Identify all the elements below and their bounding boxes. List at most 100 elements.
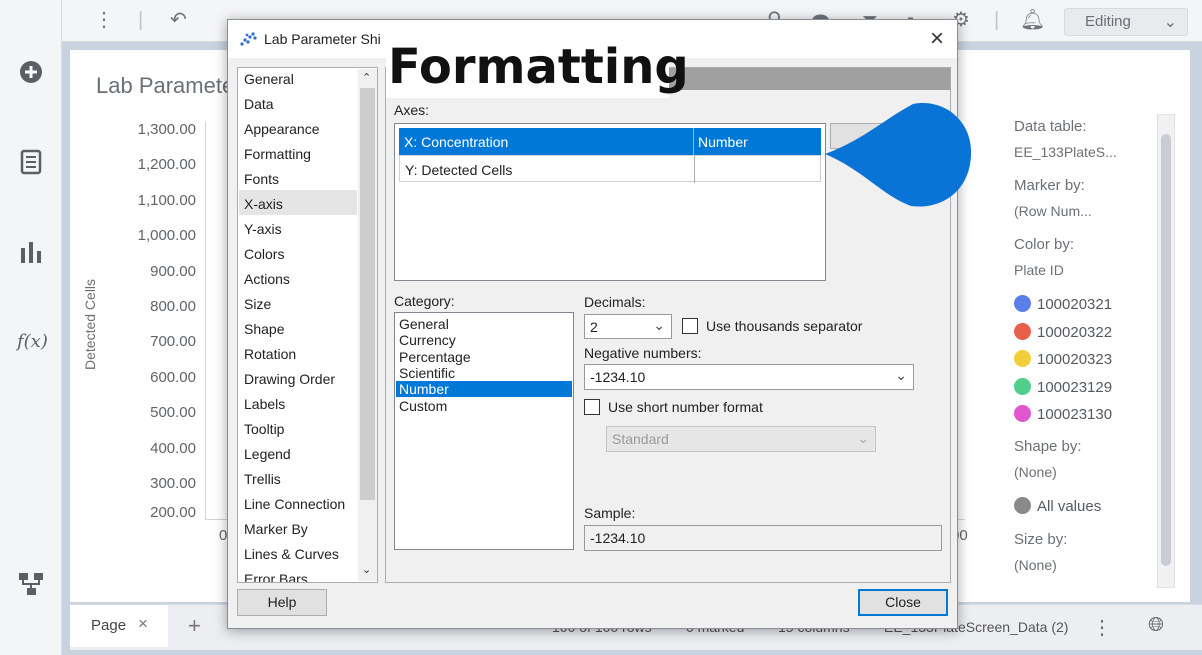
nav-item[interactable]: Error Bars [244, 571, 308, 582]
nav-item[interactable]: Fonts [244, 171, 279, 187]
category-item[interactable]: Scientific [396, 365, 572, 381]
page-tab[interactable]: Page × [70, 605, 168, 647]
nav-item[interactable]: Legend [244, 446, 291, 462]
legend-item[interactable]: 100020322 [1014, 322, 1112, 343]
add-page-icon[interactable]: + [188, 613, 201, 639]
help-button[interactable]: Help [237, 589, 327, 616]
thousands-separator-label: Use thousands separator [706, 318, 863, 334]
axis-format: Number [698, 134, 748, 150]
flow-icon[interactable] [17, 570, 45, 598]
y-tick-label: 500.00 [150, 404, 196, 422]
nav-item[interactable]: Shape [244, 321, 284, 337]
legend-item[interactable]: 100020321 [1014, 295, 1112, 315]
toolbar-divider: | [138, 9, 144, 31]
data-table-icon[interactable] [17, 148, 45, 176]
short-format-dropdown: Standard ⌄ [606, 426, 876, 452]
size-by-value[interactable]: (None) [1014, 557, 1057, 573]
y-axis-line [205, 122, 206, 520]
nav-item[interactable]: Rotation [244, 346, 296, 362]
nav-item[interactable]: Tooltip [244, 421, 284, 437]
legend-item[interactable]: 100020323 [1014, 350, 1112, 370]
category-item[interactable]: Currency [396, 332, 572, 348]
category-item[interactable]: General [396, 316, 572, 332]
legend-scroll-thumb[interactable] [1161, 134, 1171, 566]
category-item[interactable]: Percentage [396, 349, 572, 365]
all-values-item[interactable]: All values [1014, 497, 1101, 517]
annotation-heading: Formatting [386, 36, 689, 98]
nav-item[interactable]: Actions [244, 271, 290, 287]
scroll-up-icon[interactable]: ⌃ [362, 71, 371, 84]
nav-item[interactable]: Marker By [244, 521, 308, 537]
axis-name: Y: Detected Cells [405, 162, 513, 178]
shape-by-label: Shape by: [1014, 438, 1082, 455]
left-rail: f(x) [0, 0, 62, 655]
axis-row[interactable]: Y: Detected Cells [399, 155, 821, 183]
nav-item[interactable]: Size [244, 296, 271, 312]
negative-numbers-dropdown[interactable]: -1234.10 ⌄ [584, 364, 914, 390]
nav-item[interactable]: General [244, 71, 294, 87]
nav-item[interactable]: Y-axis [244, 221, 282, 237]
property-nav-list: General Data Appearance Formatting Fonts X-ax… [237, 67, 378, 583]
close-button[interactable]: Close [858, 589, 948, 616]
data-table-value[interactable]: EE_133PlateS... [1014, 144, 1117, 160]
nav-item[interactable]: Appearance [244, 121, 320, 137]
all-values-label: All values [1037, 498, 1102, 515]
nav-item[interactable]: Colors [244, 246, 284, 262]
thousands-separator-checkbox[interactable] [682, 318, 698, 334]
color-swatch [1014, 377, 1031, 395]
nav-item[interactable]: Drawing Order [244, 371, 335, 387]
close-icon[interactable]: × [138, 614, 148, 634]
y-tick-label: 600.00 [150, 368, 196, 386]
more-vertical-icon[interactable]: ⋮ [94, 8, 114, 32]
legend-item[interactable]: 100023129 [1014, 377, 1113, 398]
chevron-down-icon: ⌄ [895, 367, 907, 383]
dialog-title: Lab Parameter Shi [264, 31, 381, 47]
nav-item[interactable]: Line Connection [244, 496, 345, 512]
color-swatch [1014, 405, 1031, 423]
short-format-value: Standard [612, 431, 669, 447]
decimals-dropdown[interactable]: 2 ⌄ [584, 314, 672, 339]
nav-item[interactable]: Trellis [244, 471, 281, 487]
axis-row[interactable]: X: Concentration Number [399, 128, 821, 155]
bar-chart-icon[interactable] [17, 238, 45, 266]
short-number-format-checkbox[interactable] [584, 399, 600, 415]
legend-item[interactable]: 100023130 [1014, 405, 1112, 425]
bell-icon[interactable]: 🔔︎ [1020, 8, 1045, 32]
nav-item[interactable]: Labels [244, 396, 285, 412]
close-icon[interactable]: × [922, 24, 952, 54]
category-list: General Currency Percentage Scientific Numbe… [394, 312, 574, 550]
chevron-down-icon: ⌄ [1163, 14, 1177, 31]
chevron-down-icon: ⌄ [653, 317, 665, 333]
shape-by-value[interactable]: (None) [1014, 464, 1057, 480]
nav-item[interactable]: Lines & Curves [244, 546, 339, 562]
color-swatch [1014, 295, 1031, 312]
more-vertical-icon[interactable]: ⋮ [1092, 615, 1112, 640]
function-icon[interactable]: f(x) [17, 328, 48, 356]
nav-item[interactable]: Data [244, 96, 274, 112]
color-swatch [1014, 350, 1031, 368]
y-tick-label: 200.00 [150, 504, 196, 522]
legend-item-label: 100023129 [1037, 378, 1113, 396]
scroll-down-icon[interactable]: ⌄ [362, 563, 371, 576]
axes-list: X: Concentration Number Y: Detected Cell… [394, 123, 826, 281]
category-label: Category: [394, 293, 455, 309]
negative-numbers-value: -1234.10 [590, 369, 646, 385]
axes-label: Axes: [394, 102, 430, 118]
toolbar-divider-2: | [994, 9, 1000, 31]
marker-by-value[interactable]: (Row Num... [1014, 203, 1092, 219]
nav-scroll-thumb[interactable] [360, 88, 375, 500]
legend-item-label: 100020323 [1037, 351, 1113, 369]
undo-icon[interactable]: ↶ [170, 8, 187, 32]
category-item[interactable]: Custom [396, 398, 572, 414]
category-item[interactable]: Number [396, 381, 572, 398]
add-icon[interactable] [17, 58, 45, 86]
nav-item[interactable]: X-axis [244, 196, 283, 212]
nav-item[interactable]: Formatting [244, 146, 311, 162]
color-by-value[interactable]: Plate ID [1014, 262, 1064, 278]
color-by-label: Color by: [1014, 236, 1075, 253]
mode-dropdown[interactable]: Editing ⌄ [1064, 8, 1188, 36]
globe-icon[interactable]: 🌐︎ [1148, 614, 1164, 637]
marker-by-label: Marker by: [1014, 177, 1085, 194]
y-tick-label: 1,200.00 [137, 156, 196, 174]
y-tick-label: 300.00 [150, 475, 196, 492]
